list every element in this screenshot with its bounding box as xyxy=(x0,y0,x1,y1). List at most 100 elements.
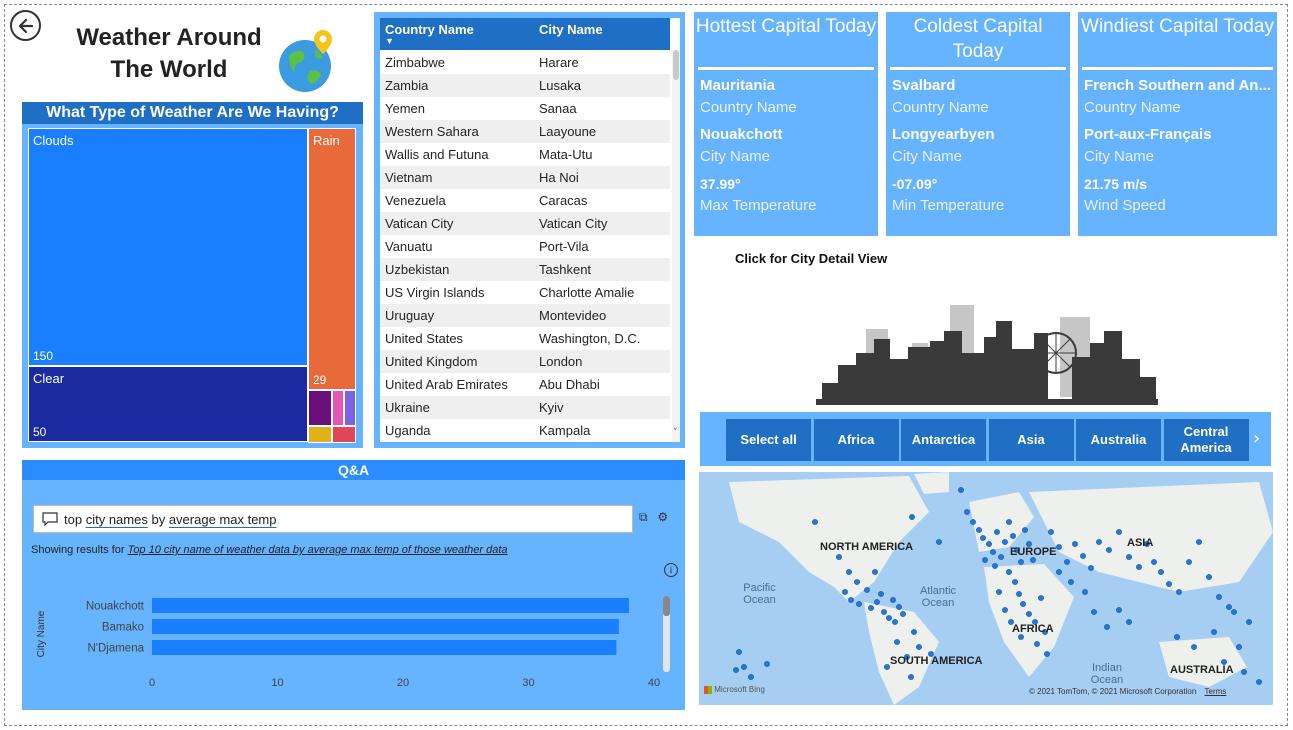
city-detail-link[interactable]: Click for City Detail View xyxy=(735,251,887,266)
capital-marker[interactable] xyxy=(856,601,862,607)
capital-marker[interactable] xyxy=(1056,569,1062,575)
turn-into-visual-icon[interactable]: ⧉ xyxy=(639,510,648,524)
capital-marker[interactable] xyxy=(846,569,852,575)
capital-marker[interactable] xyxy=(896,604,902,610)
qa-result-link[interactable]: Top 10 city name of weather data by aver… xyxy=(128,544,508,556)
capitals-map[interactable]: NORTH AMERICA EUROPE ASIA AFRICA SOUTH A… xyxy=(699,472,1273,705)
treemap-tile[interactable] xyxy=(332,390,344,426)
capital-marker[interactable] xyxy=(848,597,854,603)
capital-marker[interactable] xyxy=(1104,624,1110,630)
capital-marker[interactable] xyxy=(990,549,996,555)
capital-marker[interactable] xyxy=(1056,544,1062,550)
capital-marker[interactable] xyxy=(748,674,754,680)
table-row[interactable]: Vatican City Vatican City xyxy=(380,212,670,235)
column-header-city[interactable]: City Name xyxy=(539,22,603,37)
capital-marker[interactable] xyxy=(878,591,884,597)
table-row[interactable]: Yemen Sanaa xyxy=(380,97,670,120)
capital-marker[interactable] xyxy=(1151,559,1157,565)
slicer-button-select-all[interactable]: Select all xyxy=(726,419,811,461)
table-scrollbar-thumb[interactable] xyxy=(673,50,679,80)
slicer-button-asia[interactable]: Asia xyxy=(988,419,1074,461)
scroll-down-icon[interactable]: ˅ xyxy=(673,428,678,438)
capital-marker[interactable] xyxy=(1091,609,1097,615)
table-row[interactable]: Uruguay Montevideo xyxy=(380,304,670,327)
table-row[interactable]: Uganda Kampala xyxy=(380,419,670,442)
slicer-button-australia[interactable]: Australia xyxy=(1076,419,1161,461)
capital-marker[interactable] xyxy=(1010,533,1016,539)
back-button[interactable] xyxy=(10,10,41,41)
qa-chart-scrollbar-thumb[interactable] xyxy=(663,596,670,616)
capital-marker[interactable] xyxy=(1064,559,1070,565)
table-row[interactable]: Zimbabwe Harare xyxy=(380,51,670,74)
qa-chart-bar[interactable] xyxy=(152,619,619,634)
capital-marker[interactable] xyxy=(996,589,1002,595)
capital-marker[interactable] xyxy=(1126,619,1132,625)
capital-marker[interactable] xyxy=(890,597,896,603)
capital-marker[interactable] xyxy=(1231,609,1237,615)
capital-marker[interactable] xyxy=(884,664,890,670)
capital-marker[interactable] xyxy=(1136,564,1142,570)
table-row[interactable]: Western Sahara Laayoune xyxy=(380,120,670,143)
treemap-tile[interactable] xyxy=(344,390,356,426)
capital-marker[interactable] xyxy=(1186,559,1192,565)
treemap-tile[interactable]: Clear 50 xyxy=(28,366,308,442)
capital-marker[interactable] xyxy=(964,509,970,515)
capital-marker[interactable] xyxy=(1106,547,1112,553)
qa-question-input[interactable]: top city names by average max temp xyxy=(33,505,633,533)
capital-marker[interactable] xyxy=(842,589,848,595)
capital-marker[interactable] xyxy=(982,557,988,563)
table-row[interactable]: United States Washington, D.C. xyxy=(380,327,670,350)
capital-marker[interactable] xyxy=(1096,539,1102,545)
capital-marker[interactable] xyxy=(1116,529,1122,535)
capital-marker[interactable] xyxy=(1206,574,1212,580)
capital-marker[interactable] xyxy=(1082,589,1088,595)
capital-marker[interactable] xyxy=(1216,594,1222,600)
capital-marker[interactable] xyxy=(1176,589,1182,595)
capital-marker[interactable] xyxy=(958,487,964,493)
column-header-country[interactable]: Country Name xyxy=(385,22,474,37)
capital-marker[interactable] xyxy=(854,579,860,585)
capital-marker[interactable] xyxy=(1002,539,1008,545)
capital-marker[interactable] xyxy=(812,519,818,525)
capital-marker[interactable] xyxy=(736,649,742,655)
capital-marker[interactable] xyxy=(1196,539,1202,545)
table-row[interactable]: Vanuatu Port-Vila xyxy=(380,235,670,258)
treemap-tile[interactable]: Rain 29 xyxy=(308,128,356,390)
capital-marker[interactable] xyxy=(1068,579,1074,585)
capital-marker[interactable] xyxy=(872,569,878,575)
capital-marker[interactable] xyxy=(1191,644,1197,650)
capital-marker[interactable] xyxy=(916,644,922,650)
capital-marker[interactable] xyxy=(998,554,1004,560)
slicer-button-antarctica[interactable]: Antarctica xyxy=(901,419,986,461)
capital-marker[interactable] xyxy=(994,529,1000,535)
capital-marker[interactable] xyxy=(980,535,986,541)
capital-marker[interactable] xyxy=(741,664,747,670)
capital-marker[interactable] xyxy=(1236,644,1242,650)
treemap-tile[interactable] xyxy=(308,426,332,443)
capital-marker[interactable] xyxy=(1038,595,1044,601)
capital-marker[interactable] xyxy=(864,587,870,593)
treemap-tile[interactable]: Clouds 150 xyxy=(28,128,308,366)
city-skyline-image[interactable] xyxy=(812,295,1162,408)
table-row[interactable]: Wallis and Futuna Mata-Utu xyxy=(380,143,670,166)
capital-marker[interactable] xyxy=(892,619,898,625)
gear-icon[interactable]: ⚙ xyxy=(657,510,668,524)
capital-marker[interactable] xyxy=(1044,651,1050,657)
capital-marker[interactable] xyxy=(764,661,770,667)
capital-marker[interactable] xyxy=(1174,634,1180,640)
capital-marker[interactable] xyxy=(1018,634,1024,640)
capital-marker[interactable] xyxy=(908,674,914,680)
capital-marker[interactable] xyxy=(836,554,842,560)
capital-marker[interactable] xyxy=(992,563,998,569)
table-row[interactable]: US Virgin Islands Charlotte Amalie xyxy=(380,281,670,304)
capital-marker[interactable] xyxy=(1241,669,1247,675)
info-icon[interactable]: i xyxy=(664,563,678,577)
capital-marker[interactable] xyxy=(868,605,874,611)
capital-marker[interactable] xyxy=(1116,607,1122,613)
capital-marker[interactable] xyxy=(1211,629,1217,635)
table-row[interactable]: United Kingdom London xyxy=(380,350,670,373)
capital-marker[interactable] xyxy=(1226,604,1232,610)
capital-marker[interactable] xyxy=(1026,611,1032,617)
capital-marker[interactable] xyxy=(1012,579,1018,585)
capital-marker[interactable] xyxy=(1016,591,1022,597)
